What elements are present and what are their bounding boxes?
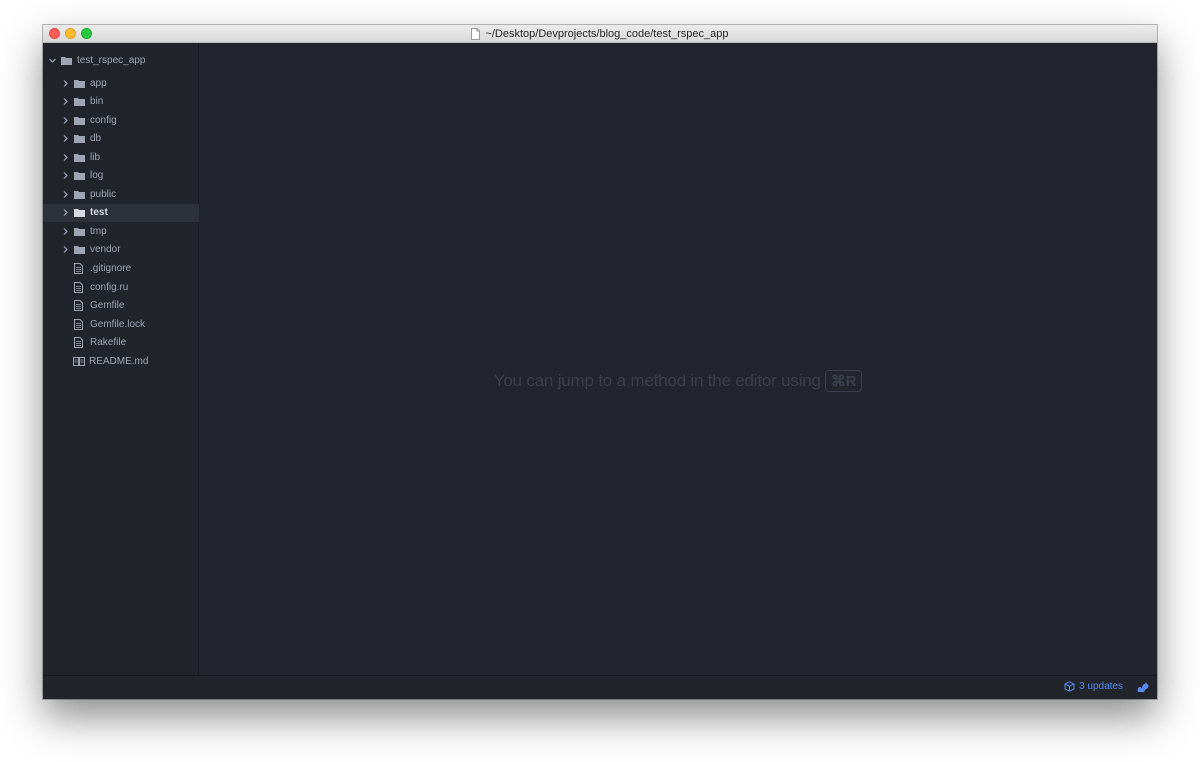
chevron-right-icon[interactable] <box>61 97 70 106</box>
folder-icon <box>74 79 85 88</box>
book-icon <box>73 356 85 366</box>
tree-item-label: public <box>90 188 117 200</box>
chevron-right-icon[interactable] <box>61 153 70 162</box>
tree-item-label: config <box>90 114 117 126</box>
folder-icon <box>74 135 85 144</box>
tree-folder-db[interactable]: db <box>43 130 216 148</box>
squirrel-icon[interactable] <box>1136 681 1149 693</box>
chevron-right-icon[interactable] <box>61 190 70 199</box>
hint-message: You can jump to a method in the editor u… <box>199 370 1157 392</box>
shortcut-key: ⌘R <box>824 370 863 392</box>
tree-view: test_rspec_appapp bin config db lib log public… <box>43 43 216 675</box>
tree-item-label: config.ru <box>90 281 129 293</box>
tree-folder-lib[interactable]: lib <box>43 148 216 166</box>
tree-folder-vendor[interactable]: vendor <box>43 241 216 259</box>
window-title: ~/Desktop/Devprojects/blog_code/test_rsp… <box>485 27 729 40</box>
chevron-right-icon[interactable] <box>61 79 70 88</box>
document-icon <box>471 27 481 40</box>
tree-folder-config[interactable]: config <box>43 111 216 129</box>
updates-button[interactable]: 3 updates <box>1064 681 1123 692</box>
folder-icon <box>74 246 85 255</box>
tree-item-label: test <box>90 207 108 219</box>
tree-item-label: .gitignore <box>90 263 132 274</box>
tree-root-label: test_rspec_app <box>77 54 146 66</box>
tree-item-label: Rakefile <box>90 337 127 349</box>
tree-item-label: README.md <box>89 355 149 367</box>
folder-icon <box>74 153 85 162</box>
hint-text: You can jump to a method in the editor u… <box>493 371 821 390</box>
tree-folder-public[interactable]: public <box>43 185 216 203</box>
tree-item-label: log <box>90 170 104 182</box>
title-container: ~/Desktop/Devprojects/blog_code/test_rsp… <box>43 25 1157 42</box>
file-icon <box>74 318 83 330</box>
tree-folder-bin[interactable]: bin <box>43 93 216 111</box>
status-bar: 3 updates <box>43 675 1157 699</box>
folder-icon <box>74 190 85 199</box>
chevron-right-icon[interactable] <box>61 208 70 217</box>
file-icon <box>74 281 83 293</box>
tree-item-label: tmp <box>90 225 107 237</box>
tree-folder-tmp[interactable]: tmp <box>43 222 216 240</box>
editor-window: ~/Desktop/Devprojects/blog_code/test_rsp… <box>43 25 1157 699</box>
tree-item-label: Gemfile.lock <box>90 318 146 330</box>
package-icon <box>1064 681 1075 692</box>
tree-item-label: lib <box>90 151 101 163</box>
chevron-right-icon[interactable] <box>61 134 70 143</box>
chevron-right-icon[interactable] <box>61 227 70 236</box>
tree-folder-test[interactable]: test <box>43 203 216 222</box>
editor-pane: You can jump to a method in the editor u… <box>199 43 1157 675</box>
folder-icon <box>74 98 85 107</box>
chevron-down-icon[interactable] <box>48 56 57 65</box>
tree-item-label: Gemfile <box>90 300 125 312</box>
tree-item-label: db <box>90 133 102 145</box>
tree-folder-log[interactable]: log <box>43 167 216 185</box>
chevron-right-icon[interactable] <box>61 171 70 180</box>
file-icon <box>74 300 83 312</box>
folder-icon <box>74 116 85 125</box>
folder-icon <box>74 227 85 236</box>
tree-folder-app[interactable]: app <box>43 74 216 92</box>
updates-label: 3 updates <box>1079 681 1123 692</box>
tree-item-label: bin <box>90 96 104 108</box>
chevron-right-icon[interactable] <box>61 245 70 254</box>
file-icon <box>74 337 83 349</box>
file-icon <box>74 263 83 274</box>
chevron-right-icon[interactable] <box>61 116 70 125</box>
folder-icon <box>74 172 85 181</box>
tree-item-label: app <box>90 77 107 89</box>
tree-root[interactable]: test_rspec_app <box>43 51 203 69</box>
tree-item-label: vendor <box>90 244 121 256</box>
folder-icon <box>61 56 72 65</box>
folder-icon <box>74 209 85 218</box>
title-bar: ~/Desktop/Devprojects/blog_code/test_rsp… <box>43 25 1157 43</box>
